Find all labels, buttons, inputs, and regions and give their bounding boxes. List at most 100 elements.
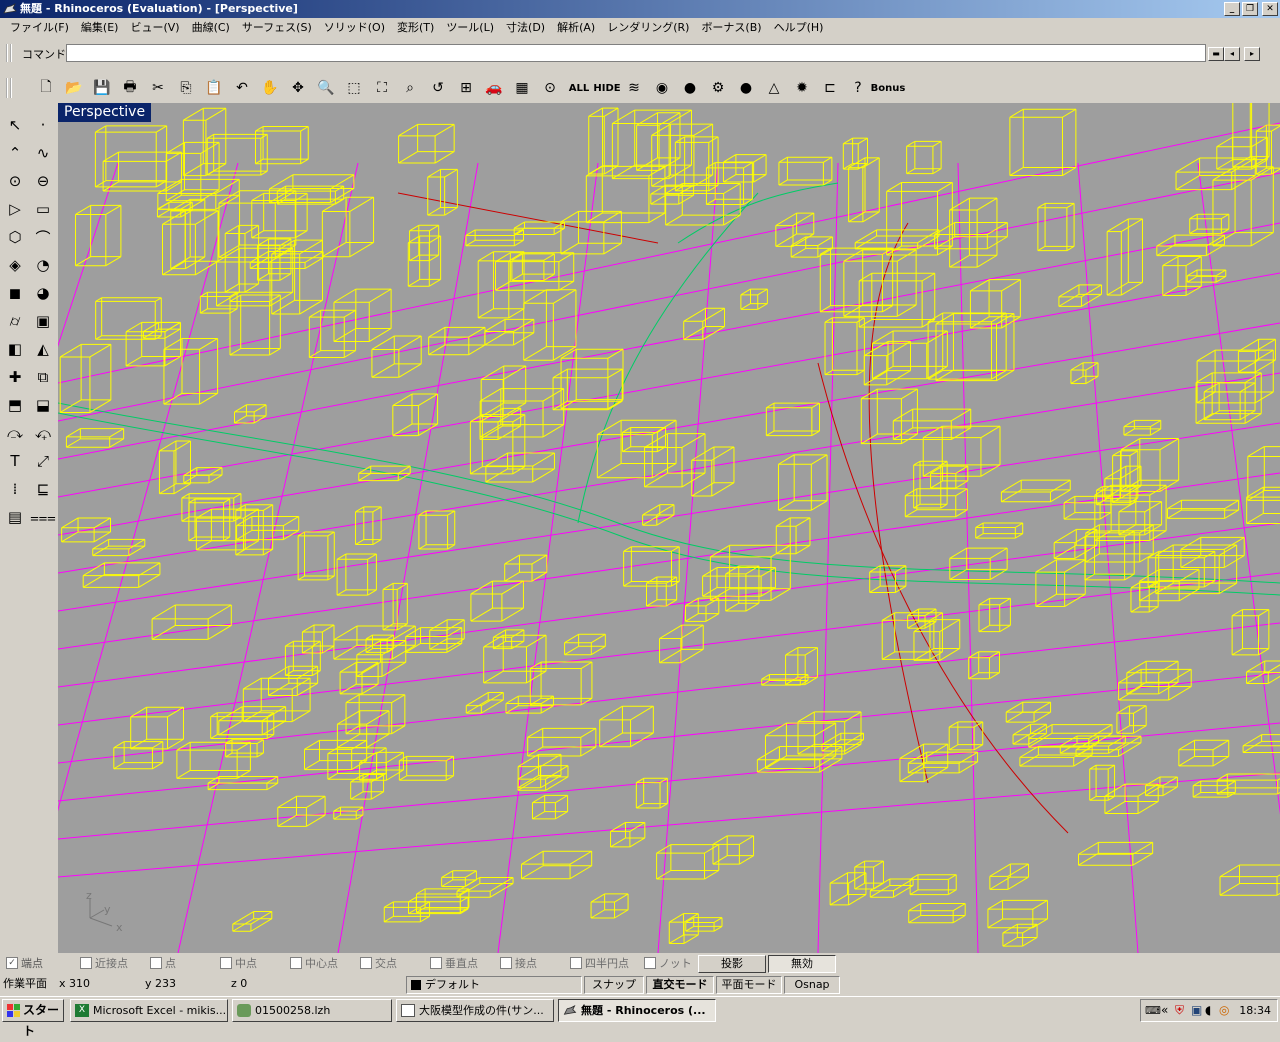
osnap-point[interactable]: 点 — [150, 955, 212, 971]
toolbar-grip[interactable] — [6, 78, 12, 98]
menu-tools[interactable]: ツール(L) — [440, 18, 500, 37]
osnap-knot-checkbox[interactable] — [644, 957, 656, 969]
command-input[interactable] — [66, 44, 1206, 62]
print-icon[interactable]: 🖶 — [118, 76, 142, 100]
menu-edit[interactable]: 編集(E) — [75, 18, 125, 37]
spotlight-icon[interactable]: △ — [762, 76, 786, 100]
cut-icon[interactable]: ✂ — [146, 76, 170, 100]
surface-icon[interactable]: ◈ — [2, 252, 28, 278]
shield-icon[interactable]: ⛨ — [1175, 1003, 1184, 1018]
paste-icon[interactable]: 📋 — [202, 76, 226, 100]
undo-view-icon[interactable]: ↺ — [426, 76, 450, 100]
box-icon[interactable]: ◼ — [2, 280, 28, 306]
command-scroll-right-icon[interactable]: ▸ — [1244, 47, 1260, 61]
copy-icon[interactable]: ⎘ — [174, 76, 198, 100]
new-file-icon[interactable]: 🗋 — [34, 76, 58, 100]
osnap-intersection[interactable]: 交点 — [360, 955, 422, 971]
menu-help[interactable]: ヘルプ(H) — [768, 18, 830, 37]
options-gear-icon[interactable]: ✹ — [790, 76, 814, 100]
boolean-icon[interactable]: ◕ — [30, 280, 56, 306]
task-rhinoceros[interactable]: 無題 - Rhinoceros (... — [558, 999, 716, 1022]
four-viewports-icon[interactable]: ⊞ — [454, 76, 478, 100]
osnap-intersection-checkbox[interactable] — [360, 957, 372, 969]
ellipse-icon[interactable]: ⊖ — [30, 168, 56, 194]
osnap-midpoint[interactable]: 中点 — [220, 955, 282, 971]
planar-toggle[interactable]: 平面モード — [716, 976, 782, 994]
curve-icon[interactable]: ∿ — [30, 140, 56, 166]
settings-gear-icon[interactable]: ⚙ — [706, 76, 730, 100]
viewport-title[interactable]: Perspective — [58, 103, 152, 122]
cylinder-icon[interactable]: ⌭ — [2, 308, 28, 334]
osnap-endpoint-checkbox[interactable]: ✓ — [6, 957, 18, 969]
zoom-window-icon[interactable]: ⬚ — [342, 76, 366, 100]
menu-bonus[interactable]: ボーナス(B) — [695, 18, 767, 37]
menu-dimension[interactable]: 寸法(D) — [500, 18, 551, 37]
menu-analyze[interactable]: 解析(A) — [551, 18, 601, 37]
task-excel[interactable]: X Microsoft Excel - mikis... — [70, 999, 228, 1022]
grid-points-icon[interactable]: ⁞ — [2, 476, 28, 502]
command-grip[interactable] — [6, 44, 12, 62]
section-icon[interactable]: ⩶ — [30, 504, 56, 530]
viewport-icon[interactable]: ▤ — [2, 504, 28, 530]
split-icon[interactable]: ◭ — [30, 336, 56, 362]
command-scroll-down-icon[interactable]: ▬ — [1208, 47, 1224, 61]
explode-icon[interactable]: ⤢ — [30, 448, 56, 474]
render-preview-icon[interactable]: ▦ — [510, 76, 534, 100]
dimension-tool-icon[interactable]: ⊑ — [30, 476, 56, 502]
keyboard-icon[interactable]: ⌨ — [1145, 1004, 1161, 1017]
mesh-icon[interactable]: ▣ — [30, 308, 56, 334]
pan-hand-icon[interactable]: ✋ — [258, 76, 282, 100]
copy-object-icon[interactable]: ⧉ — [30, 364, 56, 390]
menu-render[interactable]: レンダリング(R) — [601, 18, 695, 37]
text-icon[interactable]: T — [2, 448, 28, 474]
perspective-viewport[interactable]: Perspective z y x — [58, 103, 1280, 953]
open-file-icon[interactable]: 📂 — [62, 76, 86, 100]
color-wheel-icon[interactable]: ◉ — [650, 76, 674, 100]
help-icon[interactable]: ? — [846, 76, 870, 100]
osnap-tangent-checkbox[interactable] — [500, 957, 512, 969]
point-icon[interactable]: · — [30, 112, 56, 138]
task-lzh[interactable]: 01500258.lzh — [232, 999, 392, 1022]
blue-sphere-icon[interactable]: ● — [734, 76, 758, 100]
command-scroll-left-icon[interactable]: ◂ — [1224, 47, 1240, 61]
offset-icon[interactable]: ⤽ — [30, 420, 56, 446]
menu-transform[interactable]: 変形(T) — [391, 18, 440, 37]
ortho-toggle[interactable]: 直交モード — [646, 976, 714, 994]
menu-view[interactable]: ビュー(V) — [124, 18, 185, 37]
bonus-button[interactable]: Bonus — [871, 76, 906, 100]
dimension-icon[interactable]: ⊏ — [818, 76, 842, 100]
start-button[interactable]: スタート — [2, 999, 64, 1038]
layers-icon[interactable]: ≋ — [622, 76, 646, 100]
fillet-icon[interactable]: ⤼ — [2, 420, 28, 446]
undo-icon[interactable]: ↶ — [230, 76, 254, 100]
browser-icon[interactable]: ◎ — [1219, 1003, 1229, 1017]
snap-toggle[interactable]: スナップ — [584, 976, 644, 994]
project-button[interactable]: 投影 — [698, 955, 766, 973]
osnap-perpendicular[interactable]: 垂直点 — [430, 955, 492, 971]
move-icon[interactable]: ✚ — [2, 364, 28, 390]
osnap-midpoint-checkbox[interactable] — [220, 957, 232, 969]
task-mail[interactable]: 大阪模型作成の件(サン... — [396, 999, 554, 1022]
rotate-view-icon[interactable]: ✥ — [286, 76, 310, 100]
circle-icon[interactable]: ⊙ — [2, 168, 28, 194]
menu-solid[interactable]: ソリッド(O) — [318, 18, 391, 37]
menu-curve[interactable]: 曲線(C) — [186, 18, 236, 37]
restore-button[interactable]: ❐ — [1242, 2, 1258, 16]
polygon-icon[interactable]: ▷ — [2, 196, 28, 222]
revolve-icon[interactable]: ◔ — [30, 252, 56, 278]
osnap-near-checkbox[interactable] — [80, 957, 92, 969]
disable-osnap-button[interactable]: 無効 — [768, 955, 836, 973]
osnap-perpendicular-checkbox[interactable] — [430, 957, 442, 969]
array-icon[interactable]: ⬓ — [30, 392, 56, 418]
minimize-button[interactable]: _ — [1224, 2, 1240, 16]
polyline-icon[interactable]: ⌃ — [2, 140, 28, 166]
trim-icon[interactable]: ◧ — [2, 336, 28, 362]
select-all-button[interactable]: ALL — [564, 76, 594, 100]
osnap-toggle[interactable]: Osnap — [784, 976, 840, 994]
osnap-knot[interactable]: ノット — [644, 955, 694, 971]
osnap-quadrant-checkbox[interactable] — [570, 957, 582, 969]
osnap-endpoint[interactable]: ✓ 端点 — [6, 955, 72, 971]
close-button[interactable]: ✕ — [1262, 2, 1278, 16]
osnap-tangent[interactable]: 接点 — [500, 955, 562, 971]
zoom-extents-icon[interactable]: ⛶ — [370, 76, 394, 100]
